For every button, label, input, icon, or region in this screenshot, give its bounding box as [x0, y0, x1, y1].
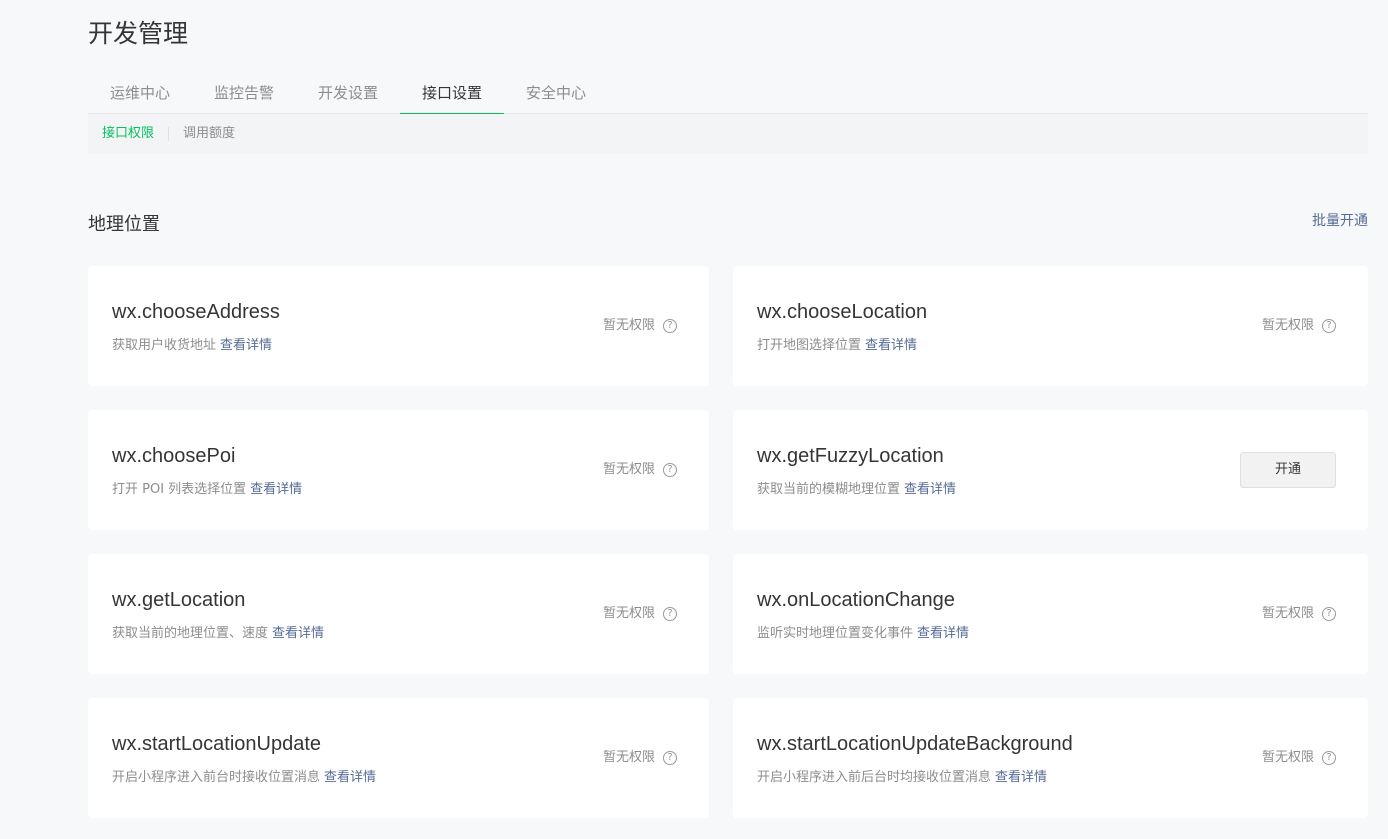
api-name: wx.startLocationUpdateBackground [757, 733, 1073, 755]
api-desc: 获取当前的地理位置、速度 查看详情 [112, 626, 324, 642]
api-desc-text: 获取用户收货地址 [112, 338, 217, 353]
subtab-api-permissions[interactable]: 接口权限 [102, 126, 154, 142]
api-desc: 打开 POI 列表选择位置 查看详情 [112, 482, 302, 498]
view-details-link[interactable]: 查看详情 [250, 482, 302, 497]
api-card-choose-location: wx.chooseLocation 打开地图选择位置 查看详情 暂无权限? [733, 266, 1368, 386]
api-name: wx.onLocationChange [757, 589, 955, 611]
help-icon[interactable]: ? [663, 751, 677, 765]
api-name: wx.startLocationUpdate [112, 733, 322, 755]
help-icon[interactable]: ? [1322, 751, 1336, 765]
help-icon[interactable]: ? [1322, 319, 1336, 333]
view-details-link[interactable]: 查看详情 [865, 338, 917, 353]
help-icon[interactable]: ? [1322, 607, 1336, 621]
api-card-on-location-change: wx.onLocationChange 监听实时地理位置变化事件 查看详情 暂无权… [733, 554, 1368, 674]
no-permission-label: 暂无权限 [602, 318, 655, 333]
tab-monitoring[interactable]: 监控告警 [192, 74, 296, 114]
subtab-call-quota[interactable]: 调用额度 [183, 126, 235, 142]
api-name: wx.getFuzzyLocation [757, 445, 944, 467]
main-tabs: 运维中心 监控告警 开发设置 接口设置 安全中心 [88, 74, 1368, 115]
page-title: 开发管理 [88, 19, 189, 48]
api-desc: 监听实时地理位置变化事件 查看详情 [757, 626, 969, 642]
no-permission-label: 暂无权限 [602, 750, 655, 765]
view-details-link[interactable]: 查看详情 [220, 338, 272, 353]
api-desc-text: 监听实时地理位置变化事件 [757, 626, 914, 641]
api-name: wx.choosePoi [112, 445, 236, 467]
permission-status: 暂无权限? [1262, 604, 1336, 624]
view-details-link[interactable]: 查看详情 [272, 626, 324, 641]
api-desc-text: 打开 POI 列表选择位置 [112, 482, 247, 497]
view-details-link[interactable]: 查看详情 [904, 482, 956, 497]
api-desc: 开启小程序进入前后台时均接收位置消息 查看详情 [757, 770, 1047, 786]
tab-security-center[interactable]: 安全中心 [504, 74, 608, 114]
api-card-choose-poi: wx.choosePoi 打开 POI 列表选择位置 查看详情 暂无权限? [88, 410, 709, 530]
permission-status: 暂无权限? [603, 604, 677, 624]
api-name: wx.chooseLocation [757, 301, 928, 323]
api-card-get-fuzzy-location: wx.getFuzzyLocation 获取当前的模糊地理位置 查看详情 开通 [733, 410, 1368, 530]
tab-ops-center[interactable]: 运维中心 [88, 74, 192, 114]
view-details-link[interactable]: 查看详情 [995, 770, 1047, 785]
subtab-divider [168, 127, 170, 141]
tab-dev-settings[interactable]: 开发设置 [296, 74, 400, 114]
api-name: wx.chooseAddress [112, 301, 280, 323]
api-desc-text: 获取当前的模糊地理位置 [757, 482, 901, 497]
permission-status: 暂无权限? [603, 316, 677, 336]
api-card-start-location-update: wx.startLocationUpdate 开启小程序进入前台时接收位置消息查… [88, 698, 709, 818]
section-title: 地理位置 [88, 214, 160, 235]
view-details-link[interactable]: 查看详情 [324, 770, 376, 785]
api-card-get-location: wx.getLocation 获取当前的地理位置、速度 查看详情 暂无权限? [88, 554, 709, 674]
api-name: wx.getLocation [112, 589, 246, 611]
help-icon[interactable]: ? [663, 463, 677, 477]
api-desc: 打开地图选择位置 查看详情 [757, 338, 917, 354]
sub-tabs: 接口权限 调用额度 [88, 114, 1368, 154]
permission-status: 暂无权限? [603, 460, 677, 480]
api-desc-text: 开启小程序进入前台时接收位置消息 [112, 770, 321, 785]
api-desc-text: 开启小程序进入前后台时均接收位置消息 [757, 770, 992, 785]
no-permission-label: 暂无权限 [1261, 318, 1314, 333]
api-desc-text: 获取当前的地理位置、速度 [112, 626, 269, 641]
permission-status: 暂无权限? [1262, 316, 1336, 336]
permission-status: 暂无权限? [1262, 748, 1336, 768]
api-desc: 获取当前的模糊地理位置 查看详情 [757, 482, 956, 498]
api-desc: 开启小程序进入前台时接收位置消息 查看详情 [112, 770, 376, 786]
api-desc: 获取用户收货地址 查看详情 [112, 338, 272, 354]
view-details-link[interactable]: 查看详情 [917, 626, 969, 641]
help-icon[interactable]: ? [663, 607, 677, 621]
no-permission-label: 暂无权限 [602, 462, 655, 477]
help-icon[interactable]: ? [663, 319, 677, 333]
api-card-start-location-update-background: wx.startLocationUpdateBackground 开启小程序进入… [733, 698, 1368, 818]
no-permission-label: 暂无权限 [602, 606, 655, 621]
api-desc-text: 打开地图选择位置 [757, 338, 862, 353]
batch-open-link[interactable]: 批量开通 [1312, 212, 1368, 230]
no-permission-label: 暂无权限 [1261, 606, 1314, 621]
api-card-choose-address: wx.chooseAddress 获取用户收货地址 查看详情 暂无权限? [88, 266, 709, 386]
permission-status: 暂无权限? [603, 748, 677, 768]
open-button[interactable]: 开通 [1240, 452, 1336, 488]
no-permission-label: 暂无权限 [1261, 750, 1314, 765]
tab-api-settings[interactable]: 接口设置 [400, 74, 504, 115]
